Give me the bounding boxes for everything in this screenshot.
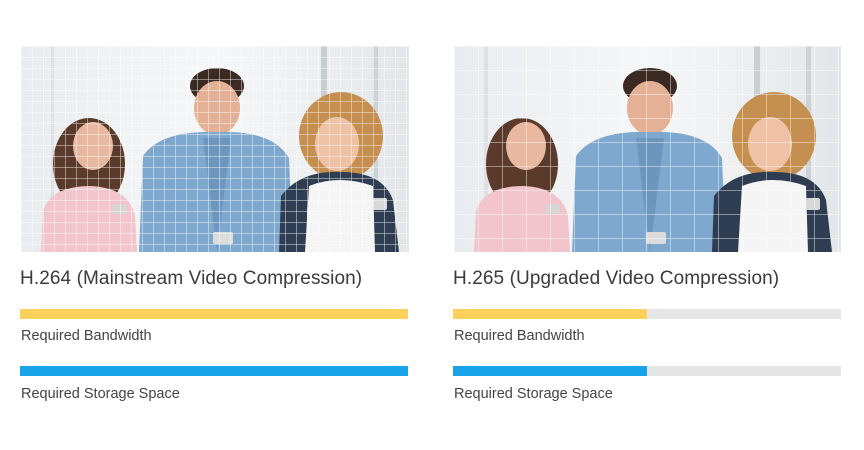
h264-storage-fill (20, 366, 408, 376)
h264-bandwidth-fill (20, 309, 408, 319)
h265-comparison-photo (454, 46, 841, 252)
h264-comparison-photo (21, 46, 409, 252)
h265-title: H.265 (Upgraded Video Compression) (453, 268, 780, 289)
h264-storage-label: Required Storage Space (21, 386, 180, 402)
people-photo-illustration (21, 46, 409, 252)
h265-bandwidth-label: Required Bandwidth (454, 328, 585, 344)
h265-storage-bar (453, 366, 841, 376)
h265-panel: H.265 (Upgraded Video Compression) Requi… (453, 0, 843, 450)
h264-storage-bar (20, 366, 408, 376)
h265-bandwidth-fill (453, 309, 647, 319)
h264-bandwidth-label: Required Bandwidth (21, 328, 152, 344)
h265-bandwidth-bar (453, 309, 841, 319)
h264-panel: H.264 (Mainstream Video Compression) Req… (20, 0, 410, 450)
h264-title: H.264 (Mainstream Video Compression) (20, 268, 363, 289)
h264-bandwidth-bar (20, 309, 408, 319)
h265-storage-label: Required Storage Space (454, 386, 613, 402)
people-photo-illustration (454, 46, 841, 252)
h265-storage-fill (453, 366, 647, 376)
